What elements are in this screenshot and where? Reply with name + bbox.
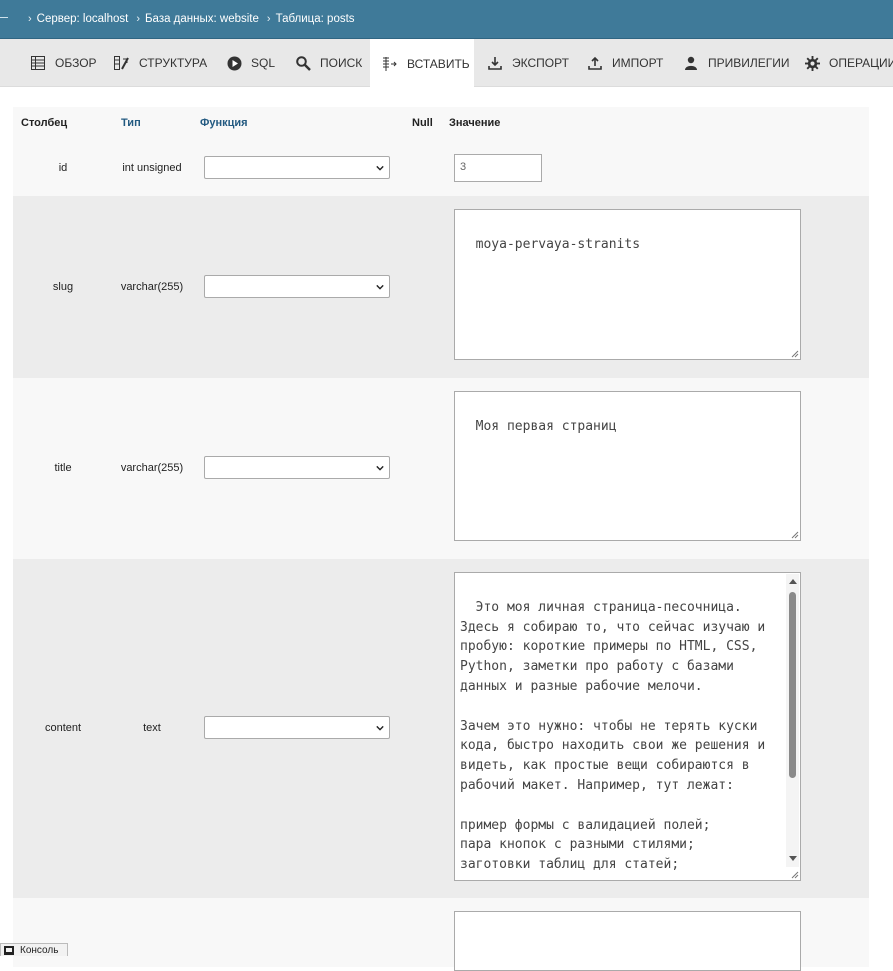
resize-grip-icon[interactable]	[790, 349, 799, 358]
insert-icon	[382, 56, 398, 72]
value-textarea-next[interactable]	[454, 911, 801, 971]
breadcrumb-separator-icon: ›	[136, 13, 140, 25]
sql-icon	[226, 55, 242, 71]
column-type: varchar(255)	[120, 281, 184, 293]
breadcrumb-separator-icon: ›	[28, 13, 32, 25]
search-icon	[295, 55, 311, 71]
tab-privileges[interactable]: Привилегии	[683, 39, 790, 87]
collapse-dash-icon[interactable]	[0, 17, 8, 18]
column-type: varchar(255)	[120, 462, 184, 474]
tab-operations[interactable]: Операции	[804, 39, 893, 87]
tab-sql[interactable]: SQL	[226, 39, 275, 87]
column-name: id	[58, 162, 68, 174]
function-select[interactable]	[204, 156, 390, 179]
chevron-down-icon	[376, 725, 384, 731]
tab-browse[interactable]: Обзор	[30, 39, 97, 87]
scroll-down-icon[interactable]	[789, 856, 797, 861]
user-icon	[683, 55, 699, 71]
function-select[interactable]	[204, 275, 390, 298]
console-icon	[4, 945, 14, 955]
breadcrumb-server[interactable]: › Сервер: localhost	[28, 13, 136, 25]
resize-grip-icon[interactable]	[790, 530, 799, 539]
tab-import[interactable]: Импорт	[587, 39, 663, 87]
textarea-scrollbar[interactable]	[786, 574, 799, 867]
tab-search[interactable]: Поиск	[295, 39, 362, 87]
export-icon	[487, 55, 503, 71]
chevron-down-icon	[376, 165, 384, 171]
header-function[interactable]: Функция	[200, 117, 248, 129]
structure-icon	[114, 55, 130, 71]
tab-insert[interactable]: Вставить	[370, 39, 474, 88]
breadcrumb-database[interactable]: › База данных: website	[136, 13, 267, 25]
header-type[interactable]: Тип	[121, 117, 141, 129]
header-column: Столбец	[21, 117, 68, 129]
header-null: Null	[412, 117, 433, 129]
scroll-up-icon[interactable]	[789, 579, 797, 584]
browse-icon	[30, 55, 46, 71]
tab-structure[interactable]: Структура	[114, 39, 207, 87]
breadcrumb-separator-icon: ›	[266, 13, 271, 25]
value-input-id[interactable]: 3	[454, 154, 542, 182]
value-textarea-title[interactable]: Моя первая страниц	[454, 391, 801, 541]
tab-bar: Обзор Структура SQL Поиск Вставить Экспо…	[0, 39, 893, 88]
column-name: slug	[52, 281, 74, 293]
value-textarea-content[interactable]: Это моя личная страница-песочница. Здесь…	[454, 572, 801, 881]
column-type: text	[143, 722, 161, 734]
import-icon	[587, 55, 603, 71]
chevron-down-icon	[376, 284, 384, 290]
chevron-down-icon	[376, 465, 384, 471]
function-select[interactable]	[204, 456, 390, 479]
breadcrumb: › Сервер: localhost › База данных: websi…	[28, 0, 363, 38]
column-name: content	[44, 722, 82, 734]
breadcrumb-table[interactable]: › Таблица: posts	[267, 13, 363, 25]
column-type: int unsigned	[122, 162, 182, 174]
resize-grip-icon[interactable]	[790, 870, 799, 879]
gear-icon	[804, 55, 820, 71]
column-name: title	[54, 462, 72, 474]
header-value: Значение	[449, 117, 501, 129]
scrollbar-thumb[interactable]	[789, 592, 796, 778]
function-select[interactable]	[204, 716, 390, 739]
value-textarea-slug[interactable]: moya-pervaya-stranits	[454, 209, 801, 360]
tab-export[interactable]: Экспорт	[487, 39, 569, 87]
console-toggle[interactable]: Консоль	[0, 943, 68, 956]
breadcrumb-bar: › Сервер: localhost › База данных: websi…	[0, 0, 893, 39]
